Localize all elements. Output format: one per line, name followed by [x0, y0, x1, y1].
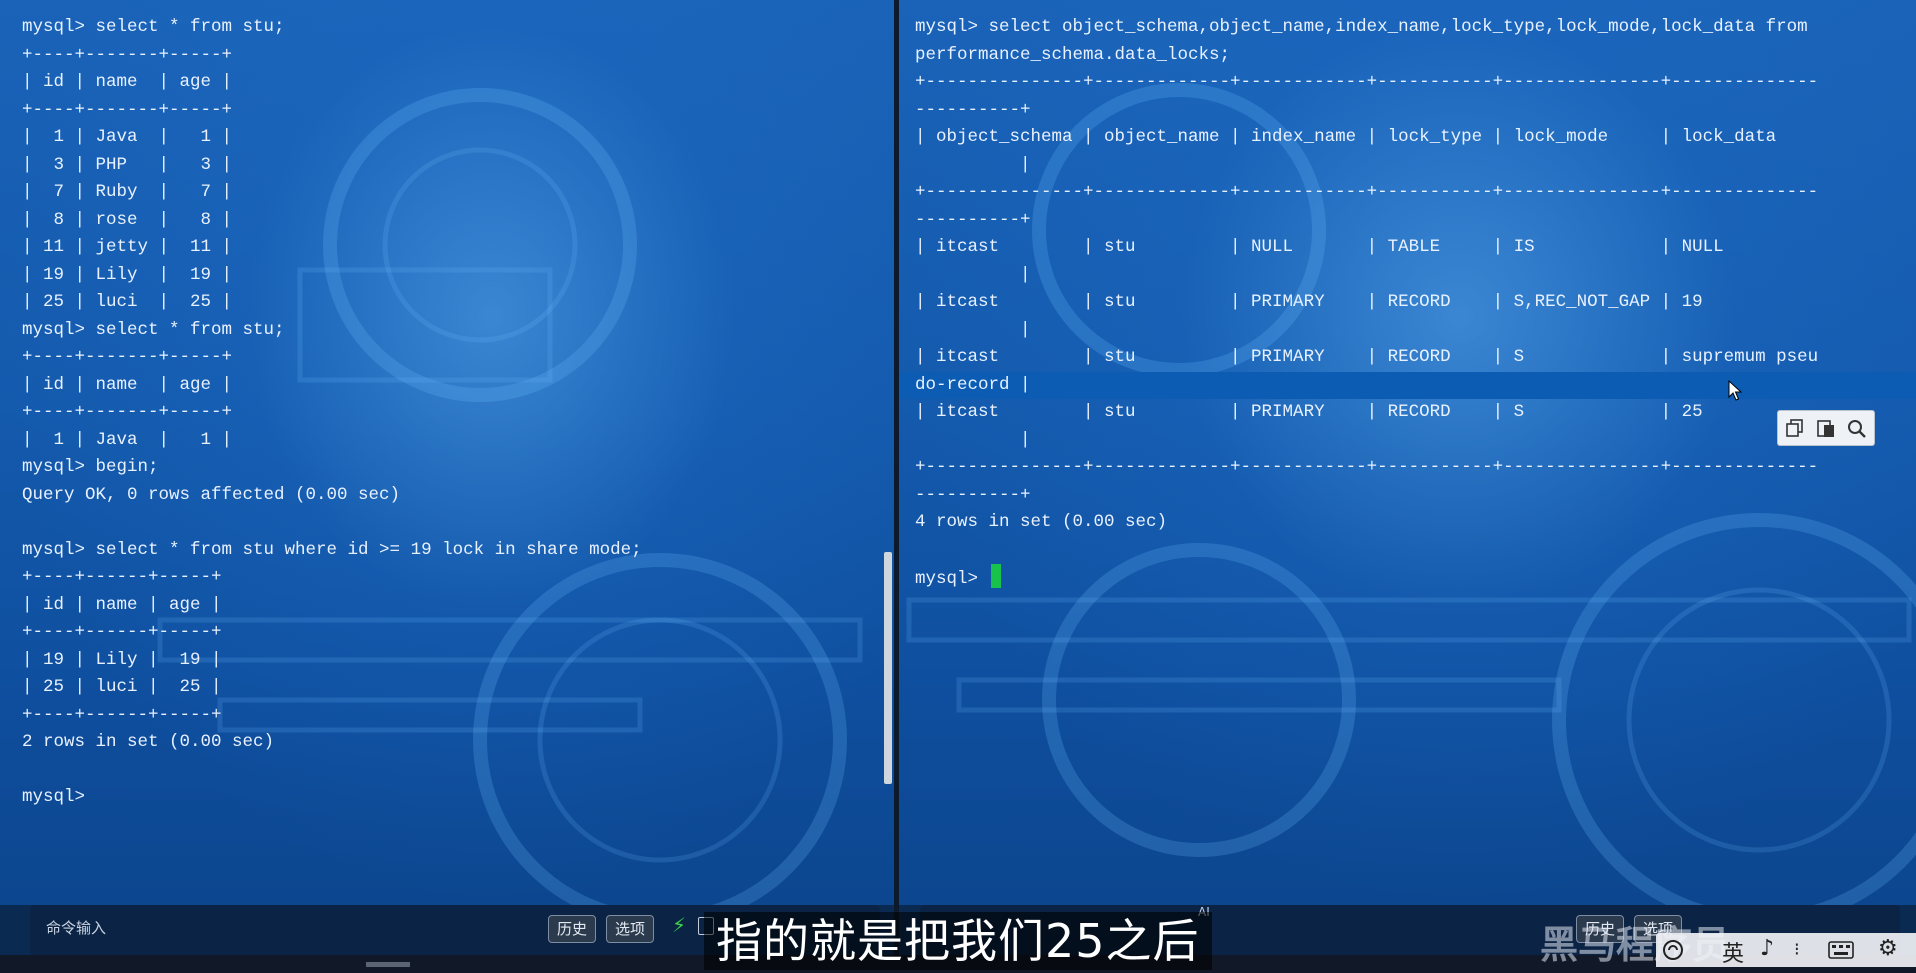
selection-toolbar — [1777, 410, 1875, 446]
history-button[interactable]: 历史 — [548, 915, 597, 943]
terminal-line: +----+-------+-----+ — [22, 99, 233, 120]
terminal-line: mysql> select * from stu; — [22, 319, 285, 340]
ime-punctuation-icon[interactable]: ♪ — [1760, 936, 1774, 961]
left-terminal-pane[interactable]: mysql> select * from stu; +----+-------+-… — [0, 0, 894, 905]
video-progress[interactable] — [366, 962, 410, 967]
terminal-line: | 19 | Lily | 19 | — [22, 264, 233, 285]
terminal-line: mysql> select * from stu; — [22, 17, 285, 37]
terminal-line: +----+-------+-----+ — [22, 402, 233, 422]
paste-icon[interactable] — [1815, 418, 1837, 438]
terminal-line: | 25 | luci | 25 | — [22, 292, 233, 312]
terminal-line: mysql> begin; — [22, 457, 159, 477]
terminal-line: +---------------+-------------+---------… — [915, 457, 1819, 477]
terminal-line: ----------+ — [915, 484, 1031, 505]
terminal-line: +----+-------+-----+ — [22, 44, 233, 65]
terminal-line: | — [915, 154, 1031, 175]
terminal-line: | itcast | stu | PRIMARY | RECORD | S,RE… — [915, 292, 1703, 312]
terminal-line: +---------------+-------------+---------… — [915, 72, 1819, 92]
terminal-line: | 8 | rose | 8 | — [22, 209, 233, 230]
terminal-line: | itcast | stu | NULL | TABLE | IS | NUL… — [915, 237, 1724, 257]
terminal-line: mysql> select object_schema,object_name,… — [915, 17, 1808, 37]
left-scrollbar[interactable] — [884, 552, 892, 784]
search-icon[interactable] — [1846, 418, 1868, 438]
terminal-line: | 7 | Ruby | 7 | — [22, 182, 233, 202]
terminal-line: | id | name | age | — [22, 374, 233, 395]
terminal-line: mysql> — [22, 787, 86, 807]
terminal-line: performance_schema.data_locks; — [915, 44, 1231, 65]
terminal-line: | 3 | PHP | 3 | — [22, 154, 233, 175]
terminal-line: 2 rows in set (0.00 sec) — [22, 732, 275, 752]
right-terminal-output[interactable]: mysql> select object_schema,object_name,… — [899, 14, 1916, 592]
terminal-line: +----+------+-----+ — [22, 622, 222, 642]
terminal-line: ----------+ — [915, 99, 1031, 120]
left-terminal-output[interactable]: mysql> select * from stu; +----+-------+-… — [22, 14, 642, 812]
ime-toolbar: 英 ♪ ⁝ ⚙ — [1656, 933, 1916, 967]
terminal-cursor — [990, 564, 1001, 588]
options-button[interactable]: 选项 — [606, 915, 655, 943]
copy-icon[interactable] — [1784, 418, 1806, 438]
terminal-line: | 11 | jetty | 11 | — [22, 237, 233, 257]
terminal-line: +----+------+-----+ — [22, 704, 222, 725]
gear-icon[interactable]: ⚙ — [1878, 936, 1898, 961]
ime-logo-icon[interactable] — [1662, 939, 1684, 961]
ime-mic-icon[interactable]: ⁝ — [1794, 939, 1800, 960]
terminal-line: | 1 | Java | 1 | — [22, 429, 233, 450]
terminal-line: mysql> select * from stu where id >= 19 … — [22, 539, 642, 560]
terminal-line: | — [915, 429, 1031, 450]
terminal-line: | — [915, 264, 1031, 285]
ime-language-toggle[interactable]: 英 — [1722, 936, 1744, 968]
terminal-line: | object_schema | object_name | index_na… — [915, 127, 1777, 147]
terminal-line: mysql> — [915, 564, 1916, 592]
terminal-line: | 1 | Java | 1 | — [22, 127, 233, 147]
mouse-pointer-icon — [1728, 380, 1742, 401]
terminal-line: +----+-------+-----+ — [22, 347, 233, 367]
terminal-line: | id | name | age | — [22, 594, 222, 615]
terminal-line: do-record | — [899, 371, 1916, 399]
terminal-line: | 19 | Lily | 19 | — [22, 649, 222, 670]
terminal-line: ----------+ — [915, 209, 1031, 230]
terminal-line: +----+------+-----+ — [22, 567, 222, 587]
video-subtitle: 指的就是把我们25之后 — [704, 912, 1212, 970]
terminal-line: | id | name | age | — [22, 72, 233, 92]
terminal-line: | 25 | luci | 25 | — [22, 677, 222, 697]
command-input-label[interactable]: 命令输入 — [46, 917, 106, 938]
terminal-line: 4 rows in set (0.00 sec) — [915, 512, 1168, 532]
terminal-line: Query OK, 0 rows affected (0.00 sec) — [22, 484, 401, 505]
terminal-line: | itcast | stu | PRIMARY | RECORD | S | … — [915, 347, 1819, 367]
lightning-icon[interactable]: ⚡ — [672, 913, 686, 937]
terminal-line: | itcast | stu | PRIMARY | RECORD | S | … — [915, 402, 1703, 422]
right-terminal-pane[interactable]: mysql> select object_schema,object_name,… — [899, 0, 1916, 905]
terminal-line: | — [915, 319, 1031, 340]
terminal-line: +---------------+-------------+---------… — [915, 182, 1819, 202]
keyboard-icon[interactable] — [1828, 941, 1854, 959]
